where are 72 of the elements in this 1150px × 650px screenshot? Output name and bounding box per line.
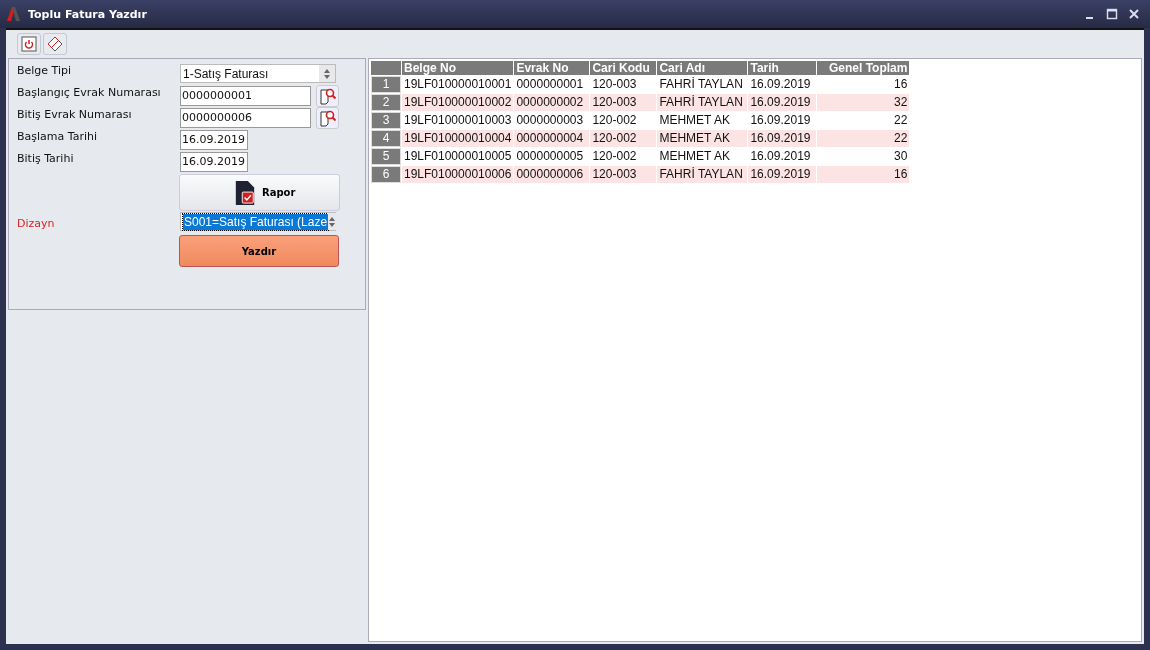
- select-field[interactable]: 1-Satış Faturası: [180, 64, 336, 83]
- column-header[interactable]: Cari Kodu: [590, 61, 657, 75]
- table-cell: 120-002: [590, 130, 657, 147]
- table-cell: 32: [817, 94, 910, 111]
- field-label: Başlama Tarihi: [17, 130, 98, 144]
- input-field[interactable]: 0000000006: [180, 108, 311, 128]
- column-header[interactable]: Belge No: [402, 61, 514, 75]
- table-cell: 0000000006: [514, 166, 590, 183]
- table-cell: 0000000002: [514, 94, 590, 111]
- table-cell-text: 19LF010000010001: [403, 76, 513, 93]
- table-cell-text: 22: [893, 112, 909, 129]
- table-cell: 16.09.2019: [748, 130, 817, 147]
- table-cell-text: 120-003: [591, 76, 638, 93]
- table-cell-text: FAHRİ TAYLAN: [658, 76, 744, 93]
- eraser-button[interactable]: [43, 33, 67, 55]
- field-label: Başlangıç Evrak Numarası: [17, 86, 162, 100]
- table-cell: 16.09.2019: [748, 94, 817, 111]
- report-button[interactable]: Rapor: [179, 174, 340, 211]
- table-cell-text: 16: [893, 76, 909, 93]
- table-cell-text: 0000000001: [515, 76, 585, 93]
- select-field[interactable]: S001=Satış Faturası (Laze: [180, 212, 336, 231]
- table-cell-text: 120-002: [591, 112, 638, 129]
- table-cell-text: 16.09.2019: [749, 76, 812, 93]
- table-cell: 120-003: [590, 166, 657, 183]
- table-cell-text: MEHMET AK: [658, 112, 731, 129]
- table-cell: 16: [817, 166, 910, 183]
- column-header[interactable]: Evrak No: [514, 61, 590, 75]
- spinner-icon[interactable]: [323, 67, 331, 80]
- field-label: Dizayn: [17, 216, 56, 231]
- table-cell: 19LF010000010004: [402, 130, 514, 147]
- row-number: 2: [371, 94, 401, 111]
- table-cell-text: 16.09.2019: [749, 112, 812, 129]
- table-cell: 120-003: [590, 94, 657, 111]
- table-cell-text: 30: [893, 148, 909, 165]
- table-cell-text: 19LF010000010005: [403, 148, 513, 165]
- row-number: 3: [371, 112, 401, 129]
- field-label: Belge Tipi: [17, 64, 73, 78]
- table-cell: FAHRİ TAYLAN: [657, 94, 748, 111]
- column-header[interactable]: Tarih: [748, 61, 817, 75]
- power-button[interactable]: [17, 33, 41, 55]
- field-label: Bitiş Evrak Numarası: [17, 108, 133, 122]
- table-cell: 0000000004: [514, 130, 590, 147]
- table-cell-text: 120-002: [591, 148, 638, 165]
- input-field[interactable]: 0000000001: [180, 86, 311, 106]
- row-number: 5: [371, 148, 401, 165]
- maximize-icon[interactable]: [1106, 8, 1118, 20]
- document-icon: [234, 179, 256, 206]
- column-header[interactable]: Cari Adı: [657, 61, 748, 75]
- table-cell-text: 0000000005: [515, 148, 585, 165]
- row-number: 1: [371, 76, 401, 93]
- search-button[interactable]: [316, 85, 339, 107]
- logo-icon: [6, 6, 22, 22]
- table-cell: FAHRİ TAYLAN: [657, 166, 748, 183]
- table-cell: 22: [817, 130, 910, 147]
- print-button[interactable]: Yazdır: [179, 235, 339, 267]
- row-number: 6: [371, 166, 401, 183]
- table-cell: 16.09.2019: [748, 166, 817, 183]
- search-button[interactable]: [316, 107, 339, 129]
- column-header[interactable]: Genel Toplam: [817, 61, 910, 75]
- window-title: Toplu Fatura Yazdır: [28, 7, 147, 21]
- row-number: 4: [371, 130, 401, 147]
- date-field[interactable]: 16.09.2019: [180, 152, 248, 172]
- table-cell-text: 0000000003: [515, 112, 585, 129]
- table-cell: MEHMET AK: [657, 130, 748, 147]
- date-field[interactable]: 16.09.2019: [180, 130, 248, 150]
- table-cell-text: 16.09.2019: [749, 148, 812, 165]
- table-cell-text: 19LF010000010003: [403, 112, 513, 129]
- table-cell-text: MEHMET AK: [658, 148, 731, 165]
- field-label: Bitiş Tarihi: [17, 152, 75, 166]
- table-cell: 19LF010000010002: [402, 94, 514, 111]
- table-cell: 19LF010000010006: [402, 166, 514, 183]
- close-icon[interactable]: [1128, 8, 1140, 20]
